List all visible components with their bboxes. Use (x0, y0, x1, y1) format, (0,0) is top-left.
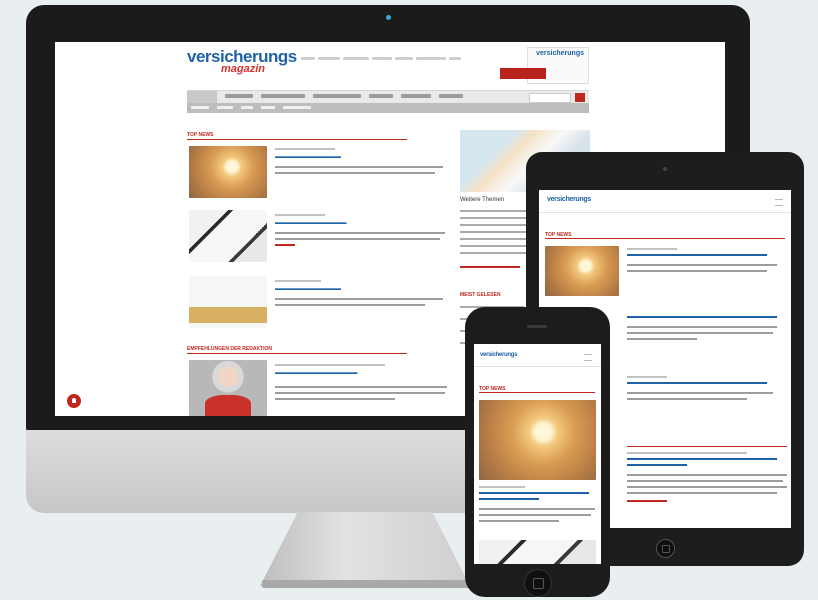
sidebar-heading[interactable]: Weitere Themen (460, 197, 504, 203)
article-thumbnail[interactable] (189, 146, 267, 198)
phone-screen: versicherungs TOP NEWS (474, 344, 601, 564)
article-thumbnail[interactable] (189, 210, 267, 262)
nav-item[interactable] (225, 94, 253, 98)
search-icon[interactable] (575, 93, 585, 102)
article-thumbnail[interactable] (479, 400, 596, 480)
phone-home-button-icon (524, 569, 552, 597)
nav-item[interactable] (401, 94, 431, 98)
tablet-section-heading: TOP NEWS (545, 232, 785, 239)
imac-foot (262, 580, 474, 588)
section-heading-top-news: TOP NEWS (187, 132, 407, 140)
article-thumbnail[interactable] (545, 246, 619, 296)
bell-icon[interactable] (67, 394, 81, 408)
nav-item[interactable] (369, 94, 393, 98)
search-input[interactable] (529, 93, 571, 103)
nav-item-active[interactable] (187, 91, 217, 103)
tablet-logo[interactable]: versicherungs (547, 196, 591, 203)
imac-camera-icon (386, 15, 391, 20)
phone-section-heading: TOP NEWS (479, 386, 595, 393)
article-thumbnail[interactable] (189, 276, 267, 328)
article-title[interactable]: ▬▬▬▬▬▬▬▬▬▬▬▬▬ (275, 220, 347, 226)
section-heading-recommendations: EMPFEHLUNGEN DER REDAKTION (187, 346, 407, 354)
article-title[interactable]: ▬▬▬▬▬▬▬▬▬▬▬▬ (275, 154, 341, 160)
sub-navigation (187, 103, 589, 113)
article-title[interactable]: ▬▬▬▬▬▬▬▬▬▬▬▬▬▬▬ (275, 370, 358, 376)
nav-item[interactable] (261, 94, 305, 98)
sidebar-section-heading: MEIST GELESEN (460, 292, 501, 298)
article-thumbnail[interactable] (479, 540, 596, 564)
article-thumbnail[interactable] (189, 360, 267, 416)
article-title[interactable]: ▬▬▬▬▬▬▬▬▬▬▬▬ (275, 286, 341, 292)
site-logo-subline: magazin (221, 63, 266, 75)
phone-logo[interactable]: versicherungs (480, 352, 517, 358)
top-links[interactable] (301, 47, 493, 60)
ad-banner[interactable]: versicherungs (500, 47, 589, 84)
hamburger-menu-icon[interactable] (584, 354, 592, 361)
nav-item[interactable] (313, 94, 361, 98)
ad-logo: versicherungs (536, 50, 584, 57)
tablet-home-button-icon (656, 539, 675, 558)
ad-cta-button[interactable] (500, 68, 546, 79)
hamburger-menu-icon[interactable] (775, 199, 783, 206)
nav-item[interactable] (439, 94, 463, 98)
tablet-camera-icon (663, 167, 667, 171)
imac-stand (260, 512, 470, 586)
main-navigation (187, 90, 589, 103)
phone-speaker (527, 325, 547, 328)
